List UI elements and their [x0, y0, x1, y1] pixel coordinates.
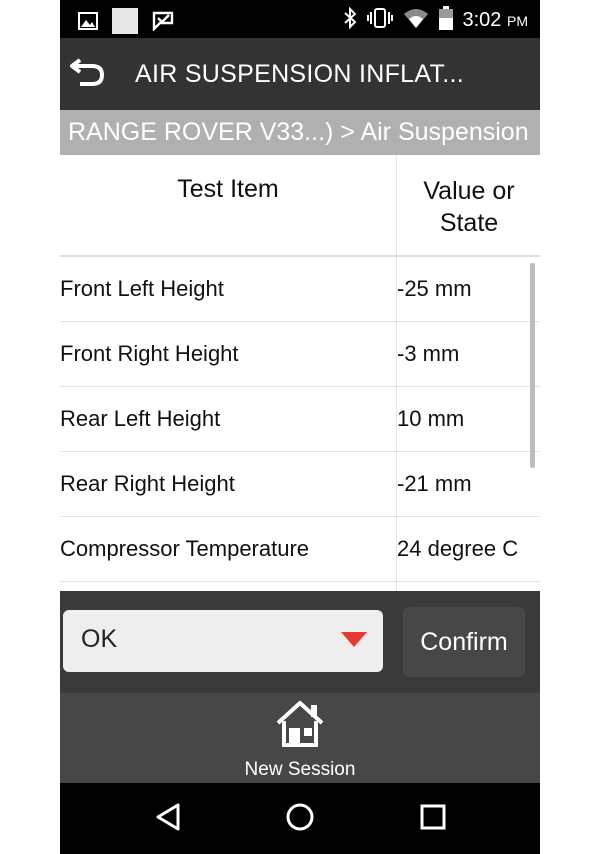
row-value: 10 mm	[396, 387, 540, 451]
status-left-icons	[78, 8, 174, 39]
bluetooth-icon	[343, 6, 357, 34]
action-bar: OK Confirm	[60, 591, 540, 693]
breadcrumb: RANGE ROVER V33...) > Air Suspension	[60, 110, 540, 155]
back-arrow-icon	[68, 54, 108, 95]
table-row: Rear Left Height 10 mm	[60, 387, 540, 452]
new-session-button[interactable]: New Session	[220, 693, 380, 783]
row-value: -21 mm	[396, 452, 540, 516]
back-button[interactable]	[66, 52, 110, 96]
circle-home-icon	[285, 802, 315, 837]
nav-recents-button[interactable]	[413, 799, 453, 839]
row-label: Front Right Height	[60, 341, 239, 366]
row-label: Front Left Height	[60, 276, 224, 301]
confirm-button[interactable]: Confirm	[403, 607, 525, 677]
row-value: -25 mm	[396, 257, 540, 321]
system-nav-bar	[60, 783, 540, 854]
row-label: Rear Left Height	[60, 406, 221, 431]
check-flag-icon	[152, 11, 174, 36]
scrollbar[interactable]	[530, 263, 535, 468]
phone-screen: 3:02 PM AIR SUSPENSION INFLAT... RANGE R…	[60, 0, 540, 854]
status-right-icons: 3:02 PM	[343, 6, 529, 35]
table-row: Compressor Temperature 24 degree C	[60, 517, 540, 582]
table-row: Front Left Height -25 mm	[60, 257, 540, 322]
square-recents-icon	[420, 804, 446, 835]
new-session-label: New Session	[244, 759, 356, 780]
vibrate-icon	[366, 7, 393, 34]
house-icon	[274, 699, 326, 754]
row-label	[60, 582, 396, 591]
column-header-value: Value or State	[396, 155, 540, 255]
bottom-bar: New Session	[60, 693, 540, 783]
row-label: Compressor Temperature	[60, 536, 310, 561]
table-header: Test Item Value or State	[60, 155, 540, 257]
page-title: AIR SUSPENSION INFLAT...	[135, 60, 465, 88]
triangle-back-icon	[154, 802, 182, 837]
image-icon	[78, 12, 98, 35]
nav-back-button[interactable]	[148, 799, 188, 839]
state-dropdown[interactable]: OK	[63, 610, 383, 672]
square-icon	[112, 8, 138, 39]
row-value	[396, 582, 540, 591]
breadcrumb-text: RANGE ROVER V33...) > Air Suspension	[68, 118, 529, 146]
column-header-test-item: Test Item	[177, 175, 279, 203]
status-time: 3:02 PM	[462, 9, 529, 31]
table-row	[60, 582, 540, 591]
nav-home-button[interactable]	[280, 799, 320, 839]
table-row: Front Right Height -3 mm	[60, 322, 540, 387]
status-bar: 3:02 PM	[60, 0, 540, 38]
dropdown-value: OK	[81, 625, 118, 653]
row-value: 24 degree C	[396, 517, 540, 581]
battery-icon	[438, 6, 453, 35]
app-bar: AIR SUSPENSION INFLAT...	[60, 38, 540, 110]
wifi-icon	[403, 7, 429, 34]
row-label: Rear Right Height	[60, 471, 235, 496]
chevron-down-icon	[341, 632, 367, 647]
table-body[interactable]: Front Left Height -25 mm Front Right Hei…	[60, 257, 540, 591]
table-row: Rear Right Height -21 mm	[60, 452, 540, 517]
row-value: -3 mm	[396, 322, 540, 386]
